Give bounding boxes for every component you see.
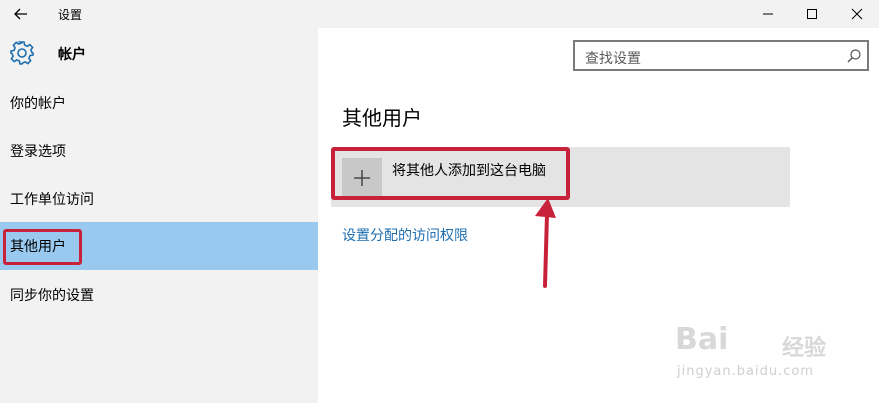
maximize-button[interactable] <box>790 0 834 28</box>
back-button[interactable] <box>6 1 36 27</box>
highlight-box <box>331 147 570 200</box>
minimize-button[interactable] <box>746 0 790 28</box>
minimize-icon <box>763 13 773 15</box>
sidebar-item-label: 其他用户 <box>10 239 66 255</box>
maximize-icon <box>807 9 817 19</box>
sidebar-item-sign-in-options[interactable]: 登录选项 <box>0 127 318 175</box>
sidebar-item-label: 你的帐户 <box>10 96 66 112</box>
close-button[interactable] <box>835 0 879 28</box>
search-input[interactable]: 查找设置 <box>573 40 869 71</box>
search-icon[interactable] <box>846 48 862 64</box>
watermark-url: jingyan.baidu.com <box>677 364 814 379</box>
sidebar-item-other-users[interactable]: 其他用户 <box>0 222 318 270</box>
sidebar-item-your-account[interactable]: 你的帐户 <box>0 79 318 127</box>
section-title: 其他用户 <box>342 106 422 130</box>
sidebar-item-label: 登录选项 <box>10 144 66 160</box>
close-icon <box>851 8 863 20</box>
sidebar-item-label: 同步你的设置 <box>10 288 94 304</box>
title-bar: 设置 <box>0 0 879 28</box>
sidebar-item-sync-settings[interactable]: 同步你的设置 <box>0 271 318 319</box>
watermark-brand: Bai <box>675 322 729 357</box>
watermark-cn: 经验 <box>782 336 827 361</box>
window-title: 设置 <box>58 8 83 22</box>
search-placeholder: 查找设置 <box>585 51 641 67</box>
sidebar-item-work-access[interactable]: 工作单位访问 <box>0 175 318 223</box>
back-arrow-icon <box>14 8 27 20</box>
annotation-arrow-icon <box>535 198 556 288</box>
sidebar-item-label: 工作单位访问 <box>10 192 94 208</box>
assigned-access-link[interactable]: 设置分配的访问权限 <box>342 225 468 245</box>
page-title: 帐户 <box>58 47 86 63</box>
gear-icon <box>8 39 36 67</box>
